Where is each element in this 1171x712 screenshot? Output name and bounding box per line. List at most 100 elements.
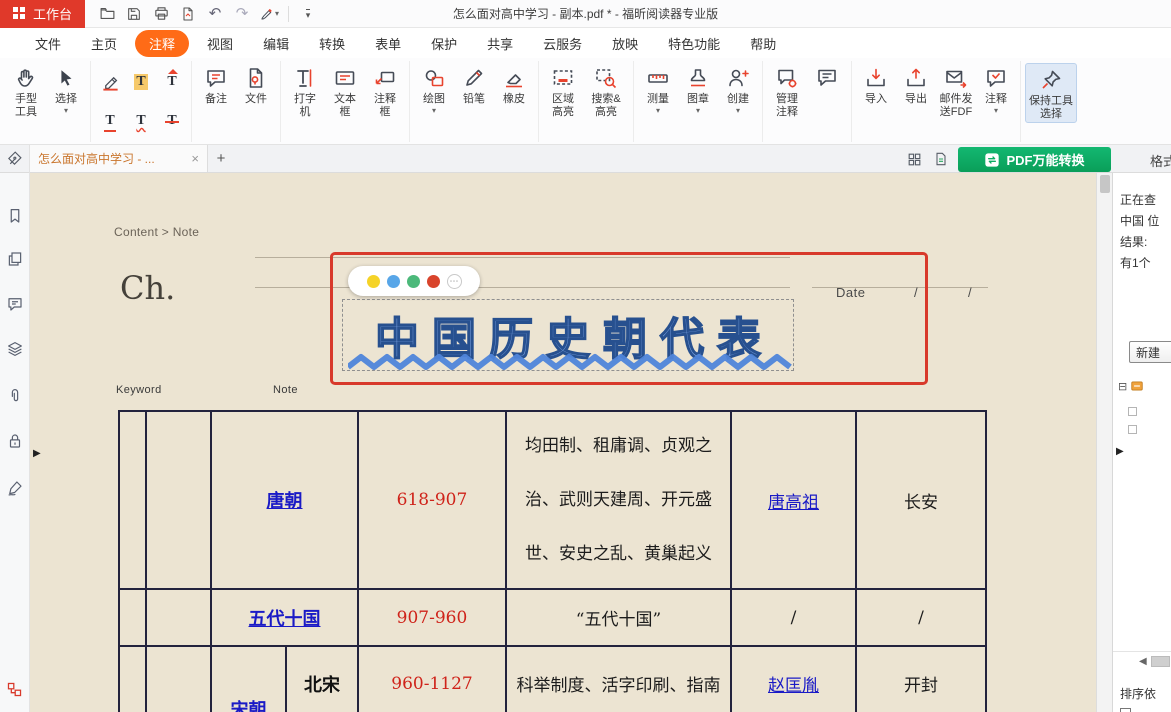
quick-access-toolbar: ↶ ↷ ▾ ▾ bbox=[95, 3, 320, 25]
import-comments-button[interactable]: 导入 bbox=[856, 63, 896, 106]
tree-item[interactable]: ⊟ bbox=[1118, 379, 1144, 393]
pages-panel-button[interactable] bbox=[6, 250, 24, 273]
menu-features[interactable]: 特色功能 bbox=[653, 30, 735, 57]
bookmarks-panel-button[interactable] bbox=[6, 207, 24, 230]
export-comments-button[interactable]: 导出 bbox=[896, 63, 936, 106]
typewriter-tool-button[interactable]: 打字机 bbox=[285, 63, 325, 119]
quick-print-button[interactable] bbox=[176, 3, 200, 25]
manage-comments-button[interactable]: 管理注释 bbox=[767, 63, 807, 119]
tree-child-item[interactable] bbox=[1128, 407, 1137, 416]
select-tool-button[interactable]: 选择 ▾ bbox=[46, 63, 86, 115]
security-panel-button[interactable] bbox=[6, 432, 24, 455]
search-highlight-tool-button[interactable]: 搜索&高亮 bbox=[583, 63, 629, 119]
strikeout-tool-button[interactable]: T bbox=[157, 102, 187, 140]
print-button[interactable] bbox=[149, 3, 173, 25]
textbox-label: 文本框 bbox=[332, 93, 358, 119]
customize-toolbar-button[interactable]: ▾ bbox=[296, 3, 320, 25]
menu-home[interactable]: 主页 bbox=[76, 30, 132, 57]
scroll-left-icon[interactable]: ◀ bbox=[1139, 657, 1147, 667]
layers-panel-button[interactable] bbox=[6, 340, 24, 363]
email-fdf-button[interactable]: 邮件发送FDF bbox=[936, 63, 976, 119]
measure-tool-button[interactable]: 测量 ▾ bbox=[638, 63, 678, 115]
callout-icon bbox=[373, 64, 397, 92]
panel-checkbox[interactable] bbox=[1120, 708, 1131, 712]
pdf-convert-button[interactable]: PDF万能转换 bbox=[958, 147, 1111, 172]
founder-link[interactable]: 唐高祖 bbox=[768, 493, 819, 513]
workspace-button[interactable]: 工作台 bbox=[0, 0, 85, 28]
page-convert-icon bbox=[933, 151, 949, 167]
founder-link[interactable]: 赵匡胤 bbox=[768, 676, 819, 696]
menu-share[interactable]: 共享 bbox=[472, 30, 528, 57]
draw-tool-button[interactable]: 绘图 ▾ bbox=[414, 63, 454, 115]
scrollbar-thumb[interactable] bbox=[1100, 175, 1110, 193]
note-tool-button[interactable]: 备注 bbox=[196, 63, 236, 106]
menu-convert[interactable]: 转换 bbox=[304, 30, 360, 57]
dynasty-link[interactable]: 唐朝 bbox=[267, 491, 303, 512]
menu-help[interactable]: 帮助 bbox=[735, 30, 791, 57]
menu-comment[interactable]: 注释 bbox=[135, 30, 189, 57]
table-row: 宋朝 北宋 960-1127 科举制度、活字印刷、指南 赵匡胤 开封 bbox=[119, 646, 986, 712]
page-organize-button[interactable] bbox=[930, 150, 952, 168]
pdf-viewport[interactable]: Content > Note Ch. 中国历史朝代表 ⋯ Date / / Ke… bbox=[30, 173, 1096, 712]
textbox-tool-button[interactable]: 文本框 bbox=[325, 63, 365, 119]
attach-file-tool-button[interactable]: 文件 bbox=[236, 63, 276, 106]
red-color-swatch[interactable] bbox=[427, 275, 440, 288]
attachments-panel-button[interactable] bbox=[6, 387, 24, 410]
highlight-tool-button[interactable] bbox=[95, 63, 125, 101]
vertical-scrollbar[interactable] bbox=[1096, 173, 1112, 712]
tile-view-button[interactable] bbox=[903, 150, 925, 168]
comment-share-button[interactable]: 注释 ▾ bbox=[976, 63, 1016, 115]
stamp-tool-button[interactable]: 图章 ▾ bbox=[678, 63, 718, 115]
document-tab[interactable]: 怎么面对高中学习 - ... × bbox=[30, 145, 208, 172]
green-color-swatch[interactable] bbox=[407, 275, 420, 288]
menu-cloud[interactable]: 云服务 bbox=[528, 30, 597, 57]
tree-child-item[interactable] bbox=[1128, 425, 1137, 434]
open-file-button[interactable] bbox=[95, 3, 119, 25]
menu-view[interactable]: 视图 bbox=[192, 30, 248, 57]
hand-tool-button[interactable]: 手型工具 bbox=[6, 63, 46, 119]
format-brush-button[interactable]: ▾ bbox=[257, 3, 281, 25]
menu-protect[interactable]: 保护 bbox=[416, 30, 472, 57]
new-button[interactable]: 新建 bbox=[1129, 341, 1171, 363]
pencil-tool-button[interactable]: 铅笔 bbox=[454, 63, 494, 106]
left-panel-expand-handle[interactable]: ▶ bbox=[33, 449, 41, 459]
keep-tool-selected-button[interactable]: 保持工具选择 bbox=[1025, 63, 1077, 123]
summarize-comments-button[interactable] bbox=[807, 63, 847, 93]
menu-presentation[interactable]: 放映 bbox=[597, 30, 653, 57]
comments-panel-button[interactable] bbox=[6, 295, 24, 318]
eraser-tool-button[interactable]: 橡皮 bbox=[494, 63, 534, 106]
menu-edit[interactable]: 编辑 bbox=[248, 30, 304, 57]
stamp-caret-icon: ▾ bbox=[696, 106, 700, 115]
export-label: 导出 bbox=[905, 93, 927, 106]
replace-text-tool-button[interactable]: T bbox=[126, 63, 156, 101]
blue-color-swatch[interactable] bbox=[387, 275, 400, 288]
yellow-color-swatch[interactable] bbox=[367, 275, 380, 288]
save-button[interactable] bbox=[122, 3, 146, 25]
right-panel-collapse-handle[interactable]: ▶ bbox=[1116, 447, 1124, 457]
tree-expander-icon[interactable]: ⊟ bbox=[1118, 380, 1127, 393]
area-highlight-tool-button[interactable]: 区域高亮 bbox=[543, 63, 583, 119]
format-panel-tab[interactable]: 格式 bbox=[1150, 151, 1171, 170]
events-cell: 科举制度、活字印刷、指南 bbox=[506, 646, 731, 712]
menu-form[interactable]: 表单 bbox=[360, 30, 416, 57]
redo-button[interactable]: ↷ bbox=[230, 3, 254, 25]
split-view-button[interactable] bbox=[6, 681, 23, 703]
squiggly-tool-button[interactable]: T bbox=[126, 102, 156, 140]
more-options-icon[interactable]: ⋯ bbox=[447, 274, 462, 289]
horizontal-scrollbar-thumb[interactable] bbox=[1151, 656, 1170, 667]
menu-file[interactable]: 文件 bbox=[20, 30, 76, 57]
pen-nib-cell[interactable] bbox=[0, 145, 30, 173]
underline-tool-button[interactable]: T bbox=[95, 102, 125, 140]
dynasty-link[interactable]: 宋朝 bbox=[231, 700, 267, 712]
insert-text-tool-button[interactable]: T bbox=[157, 63, 187, 101]
create-caret-icon: ▾ bbox=[736, 106, 740, 115]
dynasty-link[interactable]: 五代十国 bbox=[249, 609, 321, 630]
undo-button[interactable]: ↶ bbox=[203, 3, 227, 25]
close-tab-icon[interactable]: × bbox=[191, 151, 199, 166]
signature-panel-button[interactable] bbox=[6, 479, 24, 502]
new-tab-button[interactable]: + bbox=[208, 150, 234, 167]
callout-tool-button[interactable]: 注释框 bbox=[365, 63, 405, 119]
period-cell: 960-1127 bbox=[358, 646, 506, 712]
date-label: Date bbox=[836, 285, 865, 300]
create-tool-button[interactable]: 创建 ▾ bbox=[718, 63, 758, 115]
